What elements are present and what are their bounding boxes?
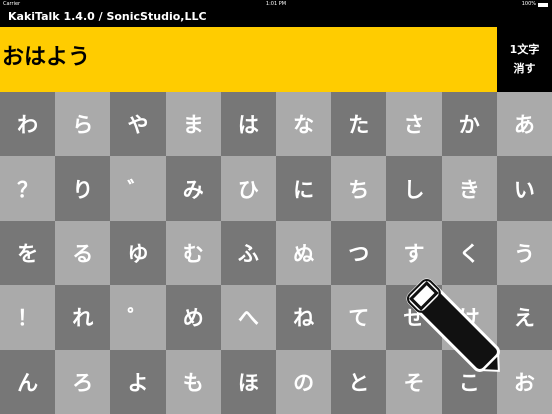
kana-keyboard: わらやまはなたさかあ ？り゛みひにちしきいをるゆむふぬつすくう ！れ゜めへねてせけえ…: [0, 92, 552, 414]
kana-key[interactable]: さ: [386, 92, 442, 157]
kana-key[interactable]: め: [165, 285, 221, 350]
kana-key[interactable]: ！: [0, 285, 56, 350]
kana-key[interactable]: ん: [0, 349, 56, 414]
kana-key[interactable]: ろ: [55, 349, 111, 414]
kana-key[interactable]: ね: [276, 285, 332, 350]
kana-key[interactable]: に: [276, 156, 332, 221]
kana-key[interactable]: や: [110, 92, 166, 157]
kana-key[interactable]: い: [496, 156, 552, 221]
kana-key[interactable]: お: [496, 349, 552, 414]
kana-key[interactable]: き: [441, 156, 497, 221]
kana-key[interactable]: も: [165, 349, 221, 414]
status-time: 1:01 PM: [265, 1, 287, 7]
kana-key[interactable]: と: [331, 349, 387, 414]
kana-key[interactable]: み: [165, 156, 221, 221]
kana-key[interactable]: あ: [496, 92, 552, 157]
kana-key[interactable]: し: [386, 156, 442, 221]
kana-key[interactable]: む: [165, 220, 221, 286]
kana-key[interactable]: よ: [110, 349, 166, 414]
battery-label: 100%: [521, 1, 536, 7]
kana-key[interactable]: り: [55, 156, 111, 221]
app-title-bar: KakiTalk 1.4.0 / SonicStudio,LLC: [0, 9, 552, 27]
app-title: KakiTalk 1.4.0 / SonicStudio,LLC: [8, 10, 207, 23]
text-display: おはよう: [0, 27, 497, 92]
kana-key[interactable]: ち: [331, 156, 387, 221]
kana-key[interactable]: て: [331, 285, 387, 350]
kana-key[interactable]: う: [496, 220, 552, 286]
kana-key[interactable]: か: [441, 92, 497, 157]
kana-key[interactable]: へ: [220, 285, 276, 350]
kana-key[interactable]: ゛: [110, 156, 166, 221]
battery-status: 100%: [522, 0, 548, 9]
kana-key[interactable]: そ: [386, 349, 442, 414]
delete-button-line1: 1文字: [509, 43, 540, 56]
kana-key[interactable]: せ: [386, 285, 442, 350]
kana-key[interactable]: ら: [55, 92, 111, 157]
kana-key[interactable]: つ: [331, 220, 387, 286]
kana-key[interactable]: ゜: [110, 285, 166, 350]
kana-key[interactable]: わ: [0, 92, 56, 157]
status-bar: Carrier 1:01 PM 100%: [0, 0, 552, 9]
kana-key[interactable]: た: [331, 92, 387, 157]
kana-key[interactable]: ゆ: [110, 220, 166, 286]
kana-key[interactable]: ふ: [220, 220, 276, 286]
delete-button-line2: 消す: [513, 62, 536, 75]
kana-key[interactable]: な: [276, 92, 332, 157]
kana-key[interactable]: け: [441, 285, 497, 350]
battery-icon: [538, 2, 548, 7]
kana-key[interactable]: の: [276, 349, 332, 414]
kana-key[interactable]: え: [496, 285, 552, 350]
kana-key[interactable]: ひ: [220, 156, 276, 221]
kana-key[interactable]: く: [441, 220, 497, 286]
kana-key[interactable]: ほ: [220, 349, 276, 414]
kana-key[interactable]: ぬ: [276, 220, 332, 286]
kana-key[interactable]: こ: [441, 349, 497, 414]
kana-key[interactable]: ？: [0, 156, 56, 221]
kana-key[interactable]: る: [55, 220, 111, 286]
kana-key[interactable]: は: [220, 92, 276, 157]
delete-one-char-button[interactable]: 1文字 消す: [497, 27, 552, 92]
kana-key[interactable]: す: [386, 220, 442, 286]
display-text: おはよう: [2, 45, 91, 70]
kana-key[interactable]: を: [0, 220, 56, 286]
kana-key[interactable]: れ: [55, 285, 111, 350]
kana-key[interactable]: ま: [165, 92, 221, 157]
